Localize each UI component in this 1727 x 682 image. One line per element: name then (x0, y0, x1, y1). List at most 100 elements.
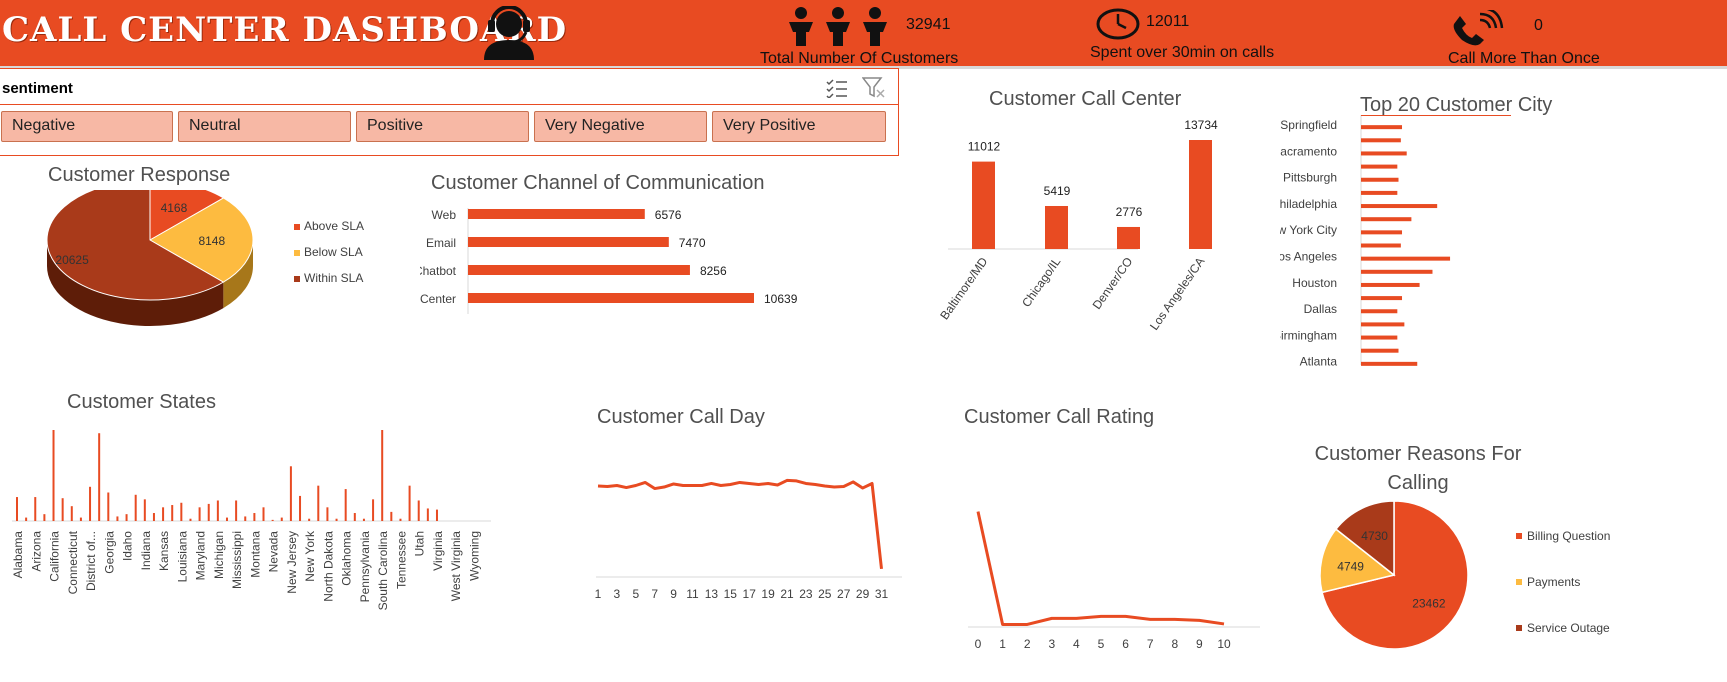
x-tick-label: 13 (705, 587, 719, 601)
city-bar (1361, 256, 1451, 261)
x-tick-label: 6 (1122, 637, 1129, 651)
state-bar (207, 503, 210, 521)
category-label: Baltimore/MD (937, 254, 990, 322)
slicer-item-positive[interactable]: Positive (356, 111, 529, 142)
category-label: District of... (84, 531, 98, 591)
category-label: Chatbot (420, 264, 457, 278)
x-tick-label: 11 (686, 587, 699, 601)
state-bar (61, 498, 64, 521)
x-tick-label: 8 (1171, 637, 1178, 651)
state-bar (25, 517, 28, 521)
state-bar (34, 497, 37, 521)
category-label: Oklahoma (340, 531, 354, 586)
state-bar (280, 517, 283, 521)
x-tick-label: 5 (632, 587, 639, 601)
city-bar (1361, 164, 1398, 169)
callday-chart-title: Customer Call Day (597, 406, 765, 428)
pie-value-label: 4168 (161, 201, 188, 215)
callcenter-chart-title: Customer Call Center (989, 88, 1182, 110)
state-bar (362, 518, 365, 521)
category-label: Virginia (431, 531, 445, 571)
city-bar (1361, 115, 1511, 116)
category-label: Dallas (1304, 302, 1337, 316)
slicer-item-very-positive[interactable]: Very Positive (712, 111, 886, 142)
state-bar (372, 499, 375, 521)
slicer-item-negative[interactable]: Negative (1, 111, 173, 142)
state-bar (16, 497, 18, 521)
data-label: 7470 (679, 236, 706, 250)
legend-marker (1516, 579, 1522, 585)
category-label: Michigan (212, 531, 226, 579)
bar-email (468, 237, 669, 247)
category-label: Chicago/IL (1019, 254, 1064, 309)
category-label: Arizona (29, 531, 43, 572)
city-bar (1361, 151, 1407, 156)
legend-marker (294, 276, 300, 282)
category-label: California (48, 531, 62, 582)
x-tick-label: 17 (743, 587, 757, 601)
city-bar (1361, 125, 1403, 130)
category-label: Pennsylvania (358, 531, 372, 603)
category-label: Utah (413, 531, 427, 556)
category-label: New Jersey (285, 531, 299, 594)
category-label: South Carolina (376, 531, 390, 611)
kpi-over-30min-value: 12011 (1146, 13, 1190, 30)
state-bar (52, 430, 55, 521)
category-label: Houston (1292, 276, 1337, 290)
state-bar (125, 514, 128, 521)
state-bar (162, 507, 165, 521)
series-line (597, 478, 883, 570)
x-tick-label: 3 (614, 587, 621, 601)
category-label: Wyoming (468, 531, 482, 581)
state-bar (98, 433, 101, 521)
city-bar (1361, 190, 1398, 195)
channel-chart: Web 6576 Email 7470 Chatbot 8256 Call-Center 10… (420, 208, 798, 314)
category-label: Call-Center (420, 292, 456, 306)
city-bar (1361, 230, 1403, 235)
state-bar (171, 505, 174, 521)
states-chart-title: Customer States (67, 391, 216, 413)
category-label: Montana (248, 531, 262, 578)
slicer-item-very-negative[interactable]: Very Negative (534, 111, 707, 142)
category-label: North Dakota (321, 531, 335, 602)
clear-filter-icon[interactable] (862, 77, 886, 99)
pie-value-label: 23462 (1412, 596, 1446, 610)
x-tick-label: 10 (1217, 637, 1231, 651)
state-bar (426, 508, 429, 521)
category-label: Philadelphia (1280, 197, 1337, 211)
legend-label: Within SLA (304, 271, 363, 285)
state-bar (116, 516, 119, 521)
city-bar (1361, 269, 1433, 274)
slicer-title: sentiment (2, 80, 73, 97)
x-tick-label: 1 (999, 637, 1006, 651)
state-bar (435, 509, 438, 521)
x-tick-label: 21 (780, 587, 794, 601)
pie-value-label: 20625 (55, 253, 89, 267)
x-tick-label: 9 (670, 587, 677, 601)
clock-icon (1096, 8, 1140, 40)
state-bar (143, 499, 146, 521)
data-label: 13734 (1184, 120, 1218, 132)
people-icon (789, 7, 887, 46)
city-bar (1361, 322, 1405, 327)
x-tick-label: 5 (1098, 637, 1105, 651)
response-chart-title: Customer Response (48, 164, 231, 186)
category-label: Denver/CO (1090, 255, 1136, 312)
multi-select-icon[interactable] (826, 78, 848, 98)
state-bar (271, 519, 274, 521)
city-bar (1361, 282, 1420, 287)
legend-marker (1516, 533, 1522, 539)
slicer-item-neutral[interactable]: Neutral (178, 111, 351, 142)
bar-call-center (468, 293, 754, 303)
category-label: Indiana (139, 531, 153, 571)
state-bar (225, 517, 228, 521)
rating-chart-title: Customer Call Rating (964, 406, 1155, 428)
state-bar (262, 507, 265, 521)
headset-icon (484, 6, 534, 60)
kpi-total-customers-label: Total Number Of Customers (760, 50, 959, 67)
data-label: 6576 (655, 208, 682, 222)
category-label: Georgia (102, 531, 116, 574)
x-tick-label: 15 (724, 587, 738, 601)
category-label: Tennessee (394, 531, 408, 589)
category-label: Louisiana (175, 531, 189, 583)
